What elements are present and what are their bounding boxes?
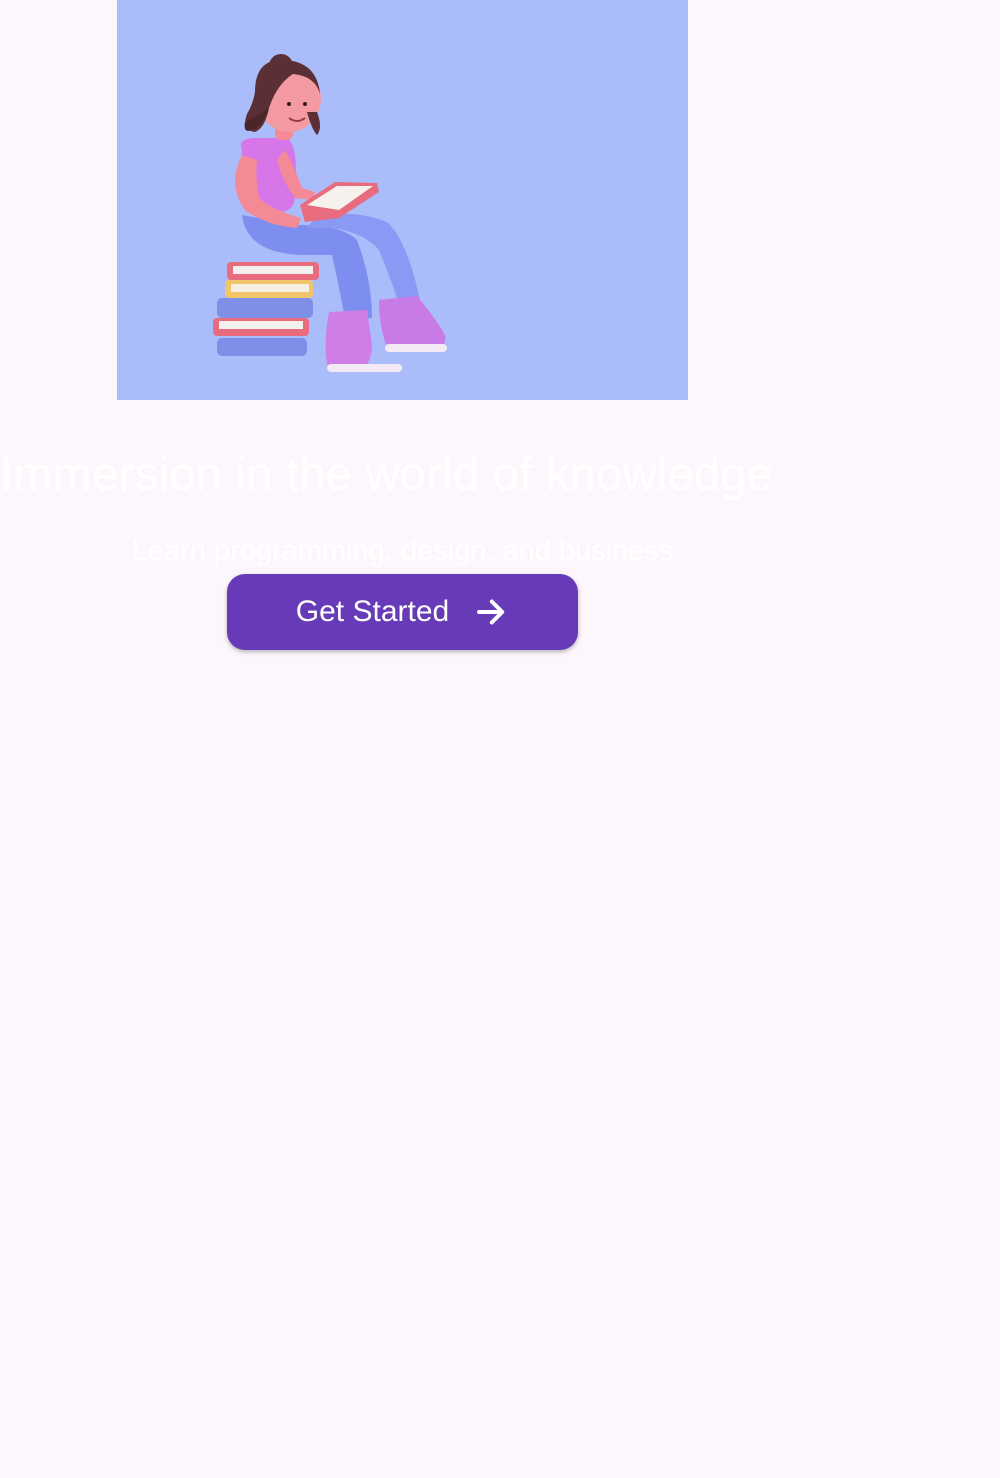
book-stack: [213, 262, 319, 356]
hero-illustration: [117, 0, 688, 400]
get-started-label: Get Started: [295, 595, 450, 628]
subtitle: Learn programming, design, and business: [131, 535, 674, 567]
arrow-right-icon: [477, 599, 505, 625]
get-started-button[interactable]: Get Started: [227, 574, 578, 650]
girl-reading-illustration: [213, 54, 447, 372]
headline: Immersion in the world of knowledge: [0, 447, 774, 500]
